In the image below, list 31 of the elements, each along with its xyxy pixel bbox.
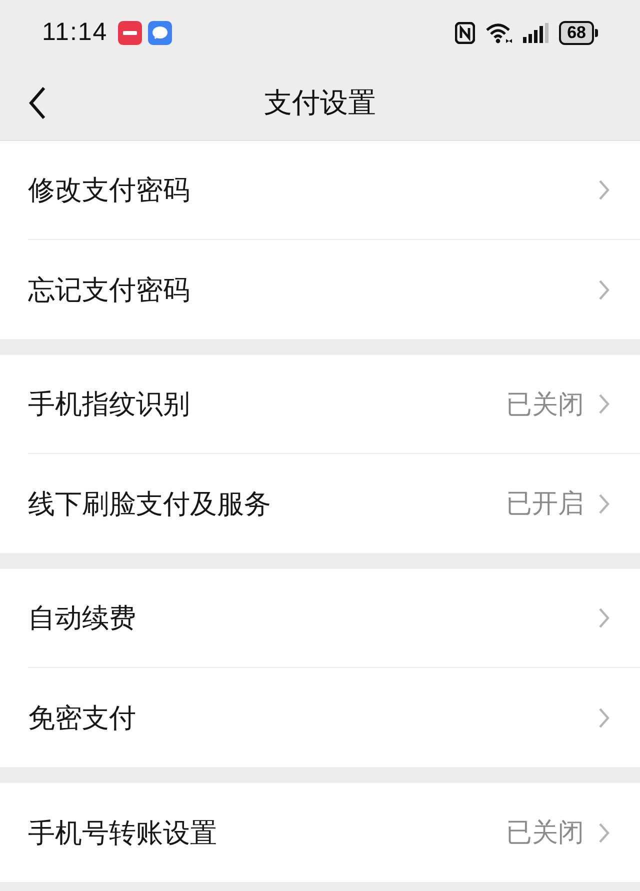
status-value: 已开启	[506, 488, 584, 521]
item-label: 手机号转账设置	[28, 816, 218, 850]
item-label: 线下刷脸支付及服务	[28, 488, 272, 522]
chevron-right-icon	[598, 278, 610, 300]
battery-level: 68	[559, 20, 594, 44]
settings-item[interactable]: 自动续费	[28, 569, 640, 668]
chevron-right-icon	[598, 492, 610, 514]
settings-item[interactable]: 免密支付	[28, 668, 640, 767]
signal-icon	[523, 22, 550, 42]
chevron-right-icon	[598, 393, 610, 415]
settings-item[interactable]: 线下刷脸支付及服务 已开启	[28, 454, 640, 553]
item-label: 修改支付密码	[28, 174, 191, 208]
status-value: 已关闭	[506, 388, 584, 422]
chevron-right-icon	[598, 179, 610, 201]
settings-item[interactable]: 修改支付密码	[28, 141, 640, 240]
chat-bubble-icon	[148, 20, 172, 44]
clock-time: 11:14	[42, 18, 108, 47]
item-label: 自动续费	[28, 602, 137, 636]
page-title: 支付设置	[264, 84, 376, 120]
status-value: 已关闭	[506, 817, 584, 850]
wifi-icon	[485, 22, 514, 44]
item-label: 手机指纹识别	[28, 388, 191, 422]
nfc-icon	[455, 22, 476, 44]
item-label: 忘记支付密码	[28, 274, 191, 308]
chevron-right-icon	[598, 822, 610, 844]
settings-item[interactable]: 忘记支付密码	[28, 240, 640, 339]
chevron-right-icon	[598, 706, 610, 728]
item-label: 免密支付	[28, 702, 137, 736]
settings-item[interactable]: 手机指纹识别 已关闭	[28, 355, 640, 454]
app-icon	[118, 20, 142, 44]
chevron-right-icon	[598, 607, 610, 629]
